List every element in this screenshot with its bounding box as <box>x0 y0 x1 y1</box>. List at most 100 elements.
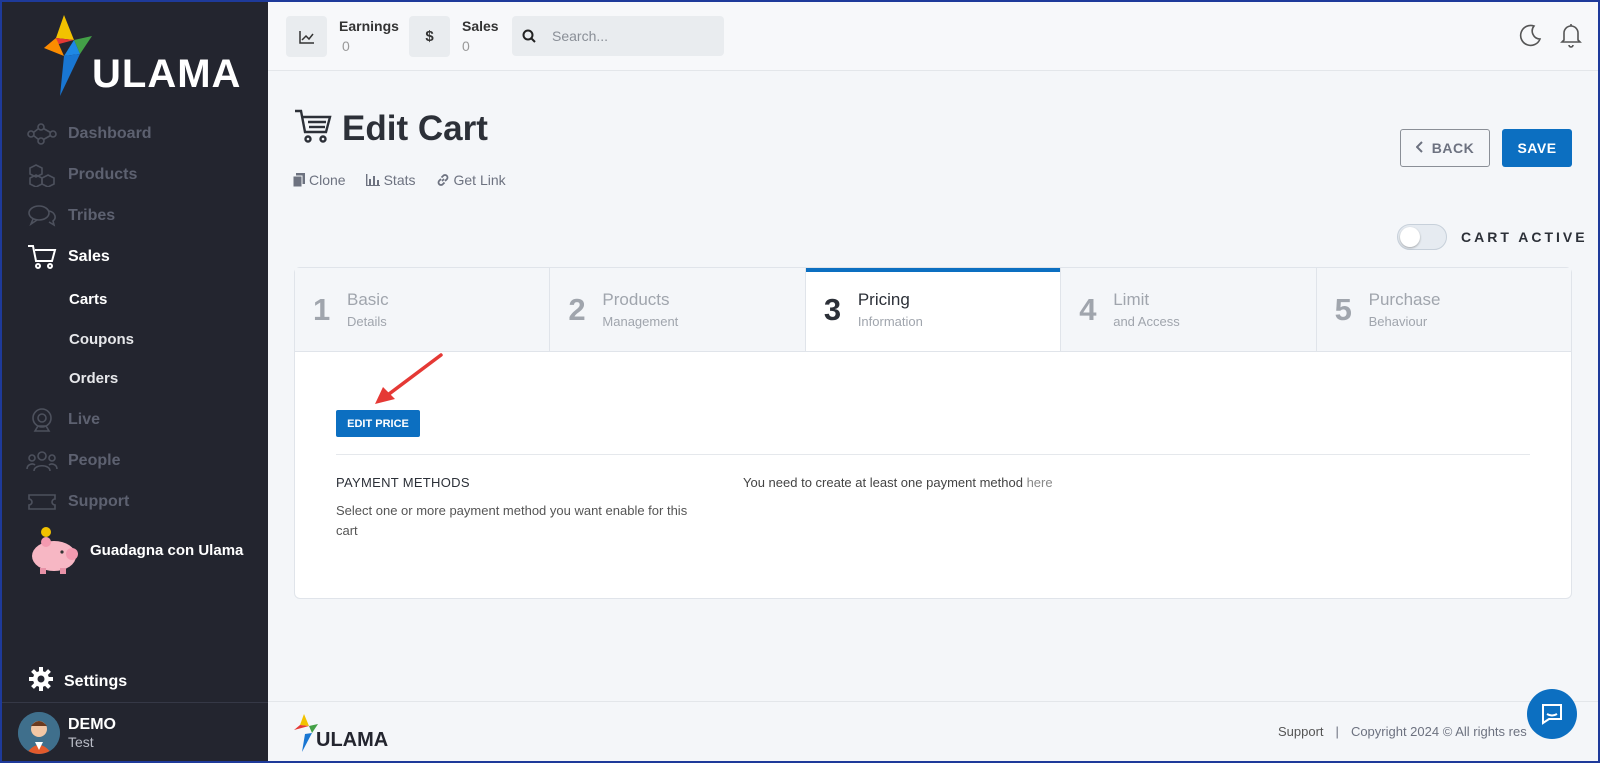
settings-link[interactable]: Settings <box>28 666 127 697</box>
step-basic[interactable]: 1 Basic Details <box>295 268 551 351</box>
step-products[interactable]: 2 Products Management <box>550 268 806 351</box>
cart-icon <box>294 108 332 149</box>
edit-price-button[interactable]: EDIT PRICE <box>336 410 420 437</box>
step-number: 3 <box>823 291 842 327</box>
topbar: Earnings 0 $ Sales 0 <box>268 0 1600 71</box>
footer: ULAMA Support | Copyright 2024 © All rig… <box>268 701 1600 763</box>
back-button[interactable]: BACK <box>1400 129 1490 167</box>
stats-link[interactable]: Stats <box>365 172 416 188</box>
step-subtitle: Management <box>602 314 679 329</box>
footer-copyright: Copyright 2024 © All rights res <box>1350 724 1527 739</box>
footer-links: Support | Copyright 2024 © All rights re… <box>1278 724 1527 739</box>
toggle-switch[interactable] <box>1397 224 1447 250</box>
wizard-steps: 1 Basic Details 2 Products Management 3 Pr… <box>295 268 1572 352</box>
step-title: Products <box>602 290 670 309</box>
step-subtitle: Information <box>857 314 923 329</box>
sidebar-item-support[interactable]: Support <box>26 487 129 517</box>
sidebar-subitem-carts[interactable]: Carts <box>69 291 107 308</box>
annotation-arrow-icon <box>375 353 443 404</box>
create-payment-link[interactable]: here <box>1027 475 1053 490</box>
get-link-label: Get Link <box>453 172 506 188</box>
step-title: Purchase <box>1368 290 1441 309</box>
chart-line-icon[interactable] <box>286 16 327 57</box>
toggle-knob <box>1400 227 1420 247</box>
payment-methods-note: You need to create at least one payment … <box>743 475 1053 490</box>
sidebar-item-label: Support <box>68 493 130 510</box>
step-subtitle: Behaviour <box>1368 314 1428 329</box>
sidebar-item-dashboard[interactable]: Dashboard <box>26 119 152 149</box>
step-purchase[interactable]: 5 Purchase Behaviour <box>1316 268 1572 351</box>
footer-separator: | <box>1335 724 1339 739</box>
sidebar-item-tribes[interactable]: Tribes <box>26 201 115 231</box>
toggle-label: CART ACTIVE <box>1461 229 1588 245</box>
settings-label: Settings <box>64 672 128 690</box>
page-title: Edit Cart <box>342 108 488 148</box>
sidebar-item-products[interactable]: Products <box>26 160 137 190</box>
step-subtitle: and Access <box>1113 314 1180 329</box>
sidebar-item-label: Dashboard <box>68 125 152 142</box>
user-profile[interactable]: DEMO Test <box>18 712 116 754</box>
cart-icon <box>26 243 58 271</box>
search-input[interactable] <box>552 28 712 44</box>
step-title: Limit <box>1113 290 1150 309</box>
divider <box>336 454 1530 455</box>
clone-link[interactable]: Clone <box>293 172 346 188</box>
step-pricing[interactable]: 3 Pricing Information <box>805 268 1062 351</box>
chat-launcher-button[interactable] <box>1527 689 1577 739</box>
sidebar-item-people[interactable]: People <box>26 446 120 476</box>
gear-icon <box>28 666 54 697</box>
copy-icon <box>293 173 305 187</box>
bar-chart-icon <box>365 174 380 186</box>
sidebar-subitem-coupons[interactable]: Coupons <box>69 331 134 348</box>
earnings-label: Earnings <box>339 18 399 34</box>
earnings-value: 0 <box>342 38 350 54</box>
promo-link[interactable]: Guadagna con Ulama <box>26 524 243 576</box>
save-button[interactable]: SAVE <box>1502 129 1572 167</box>
sidebar-item-label: People <box>68 452 121 469</box>
moon-icon[interactable] <box>1516 20 1546 50</box>
sidebar-item-live[interactable]: Live <box>26 405 100 435</box>
step-title: Pricing <box>857 290 910 309</box>
page-header: Edit Cart <box>294 108 488 149</box>
chat-bubbles-icon <box>26 202 58 230</box>
divider <box>0 702 268 703</box>
back-label: BACK <box>1431 140 1475 156</box>
ulama-logo[interactable]: ULAMA <box>34 10 244 100</box>
promo-label: Guadagna con Ulama <box>90 541 244 559</box>
note-text: You need to create at least one payment … <box>743 475 1023 490</box>
people-icon <box>26 447 58 475</box>
chat-icon <box>1542 704 1562 725</box>
payment-methods-description: Select one or more payment method you wa… <box>336 503 688 538</box>
piggy-bank-icon <box>32 527 78 574</box>
chevron-left-icon <box>1415 140 1424 156</box>
get-link-link[interactable]: Get Link <box>436 172 506 188</box>
footer-support-link[interactable]: Support <box>1278 724 1324 739</box>
link-icon <box>437 174 448 186</box>
clone-label: Clone <box>309 172 346 188</box>
svg-text:ULAMA: ULAMA <box>316 729 388 751</box>
sales-value: 0 <box>462 38 470 54</box>
sidebar-item-label: Live <box>68 411 101 428</box>
network-icon <box>26 120 58 148</box>
step-limit[interactable]: 4 Limit and Access <box>1061 268 1317 351</box>
logo-text: ULAMA <box>92 52 242 96</box>
sidebar-subitem-orders[interactable]: Orders <box>69 370 118 387</box>
search-icon[interactable] <box>512 29 546 43</box>
wizard-card: 1 Basic Details 2 Products Management 3 Pr… <box>294 267 1572 599</box>
bird-logo-icon: ULAMA <box>294 714 388 752</box>
step-subtitle: Details <box>347 314 387 329</box>
webcam-icon <box>26 406 58 434</box>
sidebar-item-sales[interactable]: Sales <box>26 242 110 272</box>
search-box <box>512 16 724 56</box>
dollar-icon[interactable]: $ <box>409 16 450 57</box>
sidebar: ULAMA Dashboard Products Tribes Sales Ca… <box>0 0 268 763</box>
step-number: 1 <box>313 291 331 327</box>
bell-icon[interactable] <box>1556 20 1586 50</box>
step-number: 2 <box>568 291 586 327</box>
step-number: 4 <box>1079 291 1097 327</box>
step-title: Basic <box>347 290 389 309</box>
cubes-icon <box>26 161 58 189</box>
sidebar-item-label: Sales <box>68 248 110 265</box>
cart-active-toggle: CART ACTIVE <box>1397 224 1588 250</box>
stats-label: Stats <box>383 172 416 188</box>
